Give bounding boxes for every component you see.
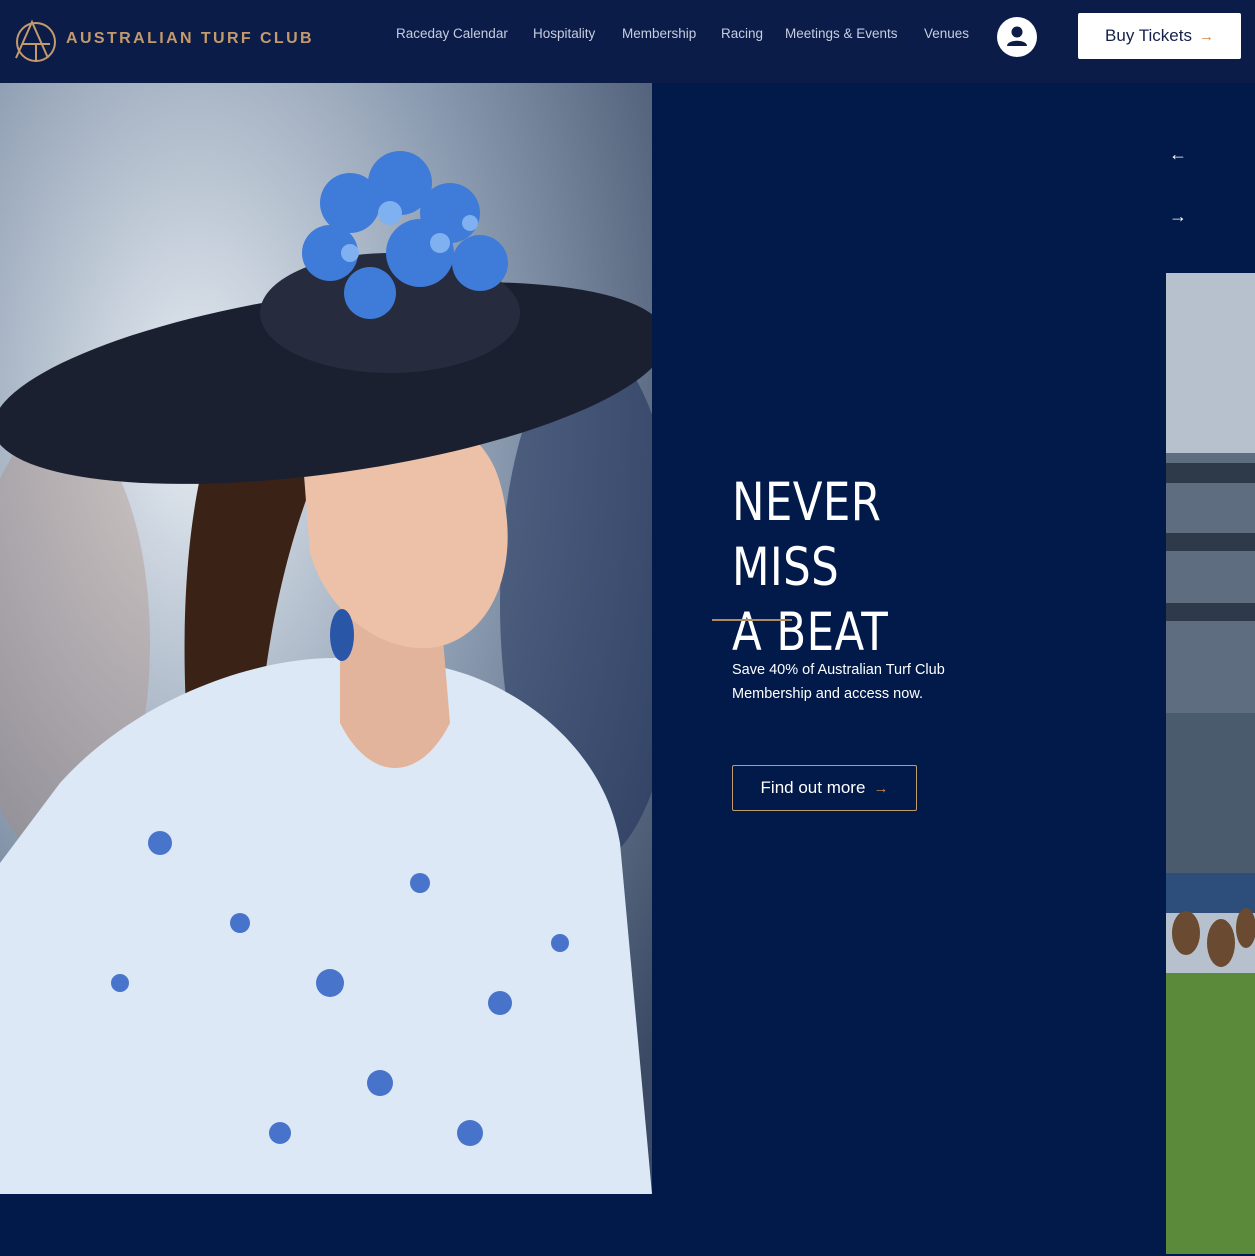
bottom-band <box>0 1194 652 1256</box>
arrow-right-icon[interactable]: → <box>1166 204 1190 228</box>
buy-tickets-label: Buy Tickets <box>1105 26 1192 45</box>
find-out-more-label: Find out more <box>760 778 866 797</box>
woman-with-hat-photo <box>0 83 652 1194</box>
find-out-more-button[interactable]: Find out more → <box>732 765 917 811</box>
hero-photo <box>0 83 652 1194</box>
nav-item-membership[interactable]: Membership <box>622 26 696 41</box>
account-button[interactable] <box>997 17 1037 57</box>
hero-title-line-2: A BEAT <box>732 602 889 663</box>
nav-item-meetings-events[interactable]: Meetings & Events <box>785 26 898 41</box>
buy-tickets-button[interactable]: Buy Tickets → <box>1078 13 1241 59</box>
atc-logo-icon[interactable] <box>12 18 58 64</box>
hero-title: NEVER MISS A BEAT <box>732 470 1003 665</box>
nav-item-racing[interactable]: Racing <box>721 26 763 41</box>
nav-item-raceday-calendar[interactable]: Raceday Calendar <box>396 26 508 41</box>
brand-name[interactable]: AUSTRALIAN TURF CLUB <box>66 30 314 48</box>
hero-description: Save 40% of Australian Turf Club Members… <box>732 662 945 702</box>
nav-item-hospitality[interactable]: Hospitality <box>533 26 595 41</box>
nav-item-venues[interactable]: Venues <box>924 26 969 41</box>
arrow-left-icon[interactable]: ← <box>1166 142 1190 166</box>
next-slide-preview[interactable] <box>1166 273 1255 1254</box>
hero-title-line-1: NEVER MISS <box>732 472 882 598</box>
title-divider <box>712 619 792 621</box>
user-icon <box>1007 26 1027 46</box>
arrow-right-icon: → <box>1198 27 1214 45</box>
racecourse-photo <box>1166 273 1255 1254</box>
site-header: AUSTRALIAN TURF CLUB Raceday Calendar Ho… <box>0 0 1255 83</box>
arrow-right-icon: → <box>873 779 889 797</box>
